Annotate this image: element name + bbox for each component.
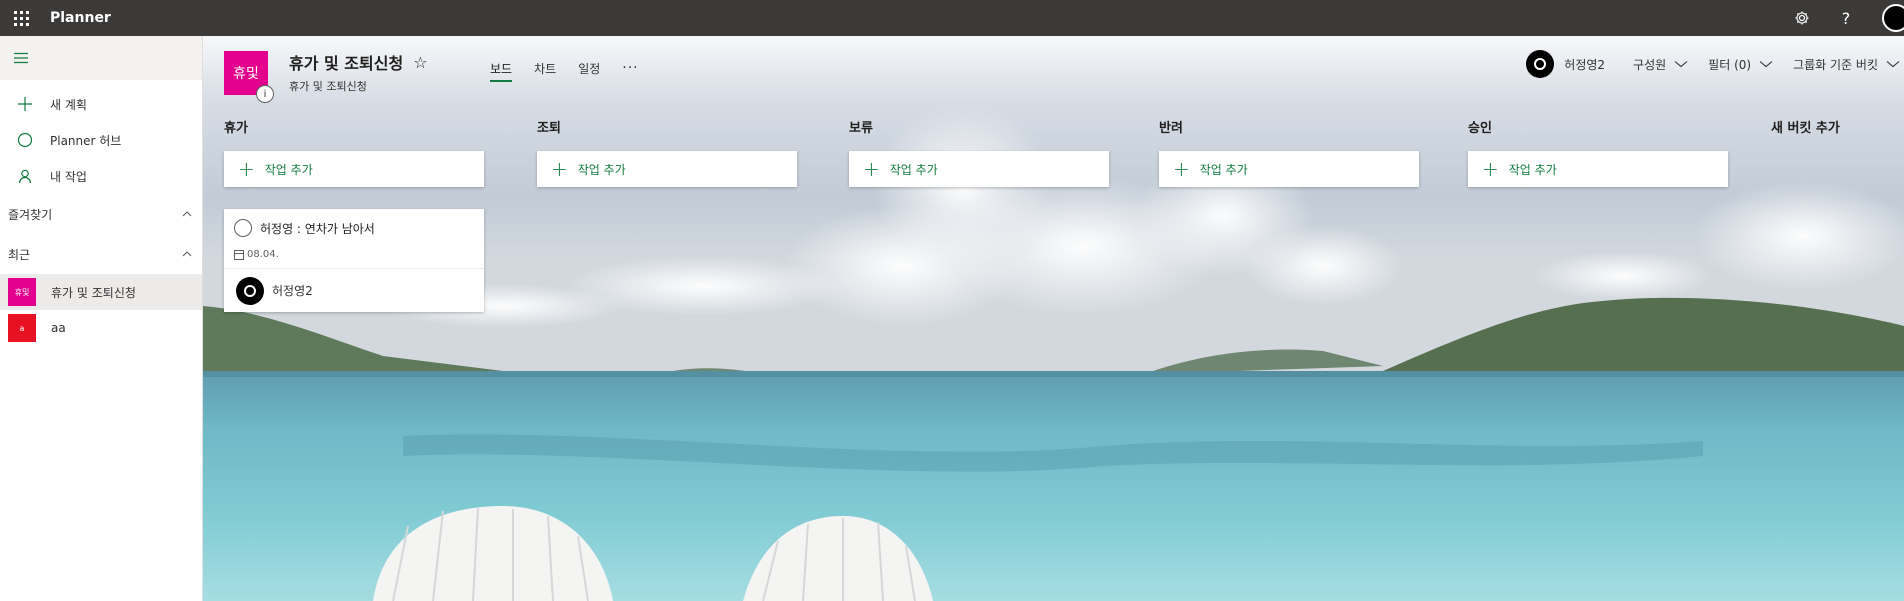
nav-planner-hub-label: Planner 허브 — [50, 133, 122, 148]
info-icon[interactable]: i — [256, 85, 274, 103]
more-options-button[interactable]: ··· — [622, 54, 638, 82]
add-task-button[interactable]: + 작업 추가 — [537, 151, 797, 187]
calendar-icon — [234, 249, 244, 260]
recent-label: 최근 — [8, 247, 31, 262]
filter-button[interactable]: 필터 (0) — [1708, 56, 1773, 73]
recent-plan-item[interactable]: a aa — [0, 310, 202, 346]
add-task-button[interactable]: + 작업 추가 — [1159, 151, 1419, 187]
bucket-name[interactable]: 조퇴 — [537, 116, 797, 136]
members-button[interactable]: 구성원 — [1633, 56, 1688, 73]
recent-plan-label: 휴가 및 조퇴신청 — [51, 285, 136, 300]
bucket-name[interactable]: 보류 — [849, 116, 1109, 136]
plan-title-text: 휴가 및 조퇴신청 — [289, 54, 404, 73]
chevron-down-icon — [1886, 61, 1900, 68]
left-navigation: 새 계획 Planner 허브 내 작업 즐겨찾기 최근 휴및 휴가 및 조퇴신… — [0, 36, 203, 601]
hamburger-icon — [14, 52, 28, 64]
add-task-label: 작업 추가 — [1508, 162, 1557, 177]
top-bar-actions: ? — [1780, 0, 1904, 36]
bucket-column: 조퇴 + 작업 추가 — [537, 116, 797, 187]
add-task-button[interactable]: + 작업 추가 — [224, 151, 484, 187]
plus-icon: + — [1482, 157, 1499, 181]
help-button[interactable]: ? — [1824, 0, 1868, 36]
app-name[interactable]: Planner — [50, 10, 111, 26]
plan-tile: 휴및 — [8, 278, 36, 306]
bucket-column: 보류 + 작업 추가 — [849, 116, 1109, 187]
nav-new-plan[interactable]: 새 계획 — [0, 86, 202, 122]
avatar[interactable] — [1526, 50, 1555, 78]
bucket-name[interactable]: 휴가 — [224, 116, 484, 136]
plan-header: 휴및 i 휴가 및 조퇴신청 ☆ 휴가 및 조퇴신청 보드 차트 일정 ··· … — [203, 36, 1904, 106]
app-launcher-button[interactable] — [0, 0, 42, 36]
favorite-star-icon[interactable]: ☆ — [413, 53, 427, 72]
task-title: 허정영 : 연차가 남아서 — [260, 221, 375, 236]
chevron-up-icon — [182, 251, 192, 257]
gear-icon — [1795, 11, 1809, 25]
complete-task-checkbox[interactable] — [234, 219, 252, 237]
add-task-label: 작업 추가 — [264, 162, 313, 177]
board-area: 휴및 i 휴가 및 조퇴신청 ☆ 휴가 및 조퇴신청 보드 차트 일정 ··· … — [203, 36, 1904, 601]
bucket-column: 승인 + 작업 추가 — [1468, 116, 1728, 187]
account-avatar[interactable] — [1868, 0, 1904, 36]
bucket-name[interactable]: 반려 — [1159, 116, 1419, 136]
group-by-button[interactable]: 그룹화 기준 버킷 — [1793, 56, 1900, 73]
collapse-nav-button[interactable] — [0, 36, 202, 80]
avatar — [236, 276, 264, 305]
task-assignee[interactable]: 허정영2 — [224, 268, 484, 312]
plus-icon: + — [551, 157, 568, 181]
plan-title: 휴가 및 조퇴신청 ☆ — [289, 50, 428, 74]
plan-tile: a — [8, 314, 36, 342]
tab-schedule[interactable]: 일정 — [578, 54, 600, 82]
recent-section-header[interactable]: 최근 — [0, 234, 202, 274]
waffle-icon — [13, 10, 29, 26]
members-label: 구성원 — [1633, 57, 1667, 72]
add-task-label: 작업 추가 — [577, 162, 626, 177]
plus-icon: + — [863, 157, 880, 181]
plus-icon: + — [1173, 157, 1190, 181]
favorites-section-header[interactable]: 즐겨찾기 — [0, 194, 202, 234]
chevron-down-icon — [1759, 61, 1773, 68]
recent-plan-label: aa — [51, 321, 66, 335]
bucket-name[interactable]: 승인 — [1468, 116, 1728, 136]
person-icon — [14, 165, 36, 187]
bucket-column: 반려 + 작업 추가 — [1159, 116, 1419, 187]
task-due-date: 08.04. — [234, 249, 474, 268]
nav-my-tasks-label: 내 작업 — [50, 169, 87, 184]
assignee-name: 허정영2 — [272, 284, 313, 298]
recent-plan-item[interactable]: 휴및 휴가 및 조퇴신청 — [0, 274, 202, 310]
owner-name[interactable]: 허정영2 — [1564, 56, 1605, 73]
bucket-column: 휴가 + 작업 추가 허정영 : 연차가 남아서 08.04. 허정영2 — [224, 116, 484, 312]
tab-charts[interactable]: 차트 — [534, 54, 556, 82]
add-new-bucket-button[interactable]: 새 버킷 추가 — [1771, 116, 1840, 136]
task-card[interactable]: 허정영 : 연차가 남아서 08.04. 허정영2 — [224, 209, 484, 312]
add-task-button[interactable]: + 작업 추가 — [1468, 151, 1728, 187]
tab-board[interactable]: 보드 — [490, 54, 513, 82]
nav-my-tasks[interactable]: 내 작업 — [0, 158, 202, 194]
plan-group-name[interactable]: 휴가 및 조퇴신청 — [289, 78, 367, 94]
filter-label: 필터 (0) — [1708, 57, 1752, 72]
top-bar: Planner ? — [0, 0, 1904, 36]
group-by-label: 그룹화 기준 버킷 — [1793, 57, 1878, 72]
nav-new-plan-label: 새 계획 — [50, 97, 87, 112]
question-icon: ? — [1841, 8, 1851, 28]
favorites-label: 즐겨찾기 — [8, 207, 53, 222]
settings-button[interactable] — [1780, 0, 1824, 36]
task-due-date-text: 08.04. — [247, 249, 279, 260]
plus-icon: + — [238, 157, 255, 181]
plus-icon — [14, 93, 36, 115]
nav-planner-hub[interactable]: Planner 허브 — [0, 122, 202, 158]
board-toolbar: 허정영2 구성원 필터 (0) 그룹화 기준 버킷 — [1526, 48, 1904, 80]
add-task-label: 작업 추가 — [889, 162, 938, 177]
add-task-label: 작업 추가 — [1199, 162, 1248, 177]
circle-icon — [14, 129, 36, 151]
chevron-up-icon — [182, 211, 192, 217]
plan-view-tabs: 보드 차트 일정 ··· — [490, 54, 639, 82]
chevron-down-icon — [1674, 61, 1688, 68]
add-task-button[interactable]: + 작업 추가 — [849, 151, 1109, 187]
